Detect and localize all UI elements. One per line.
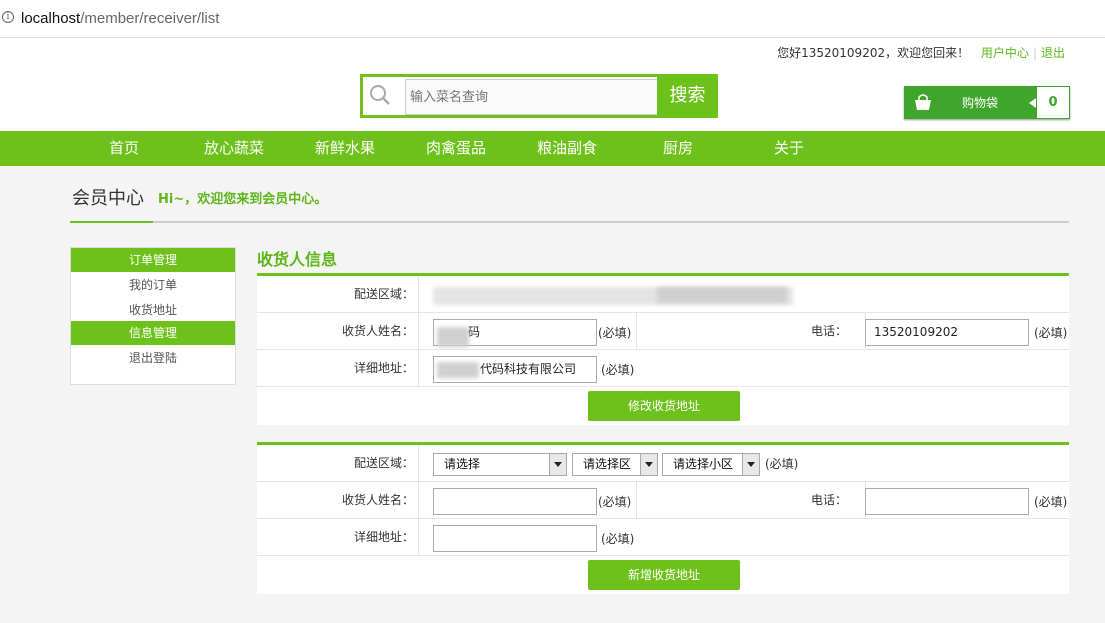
address-label: 详细地址： — [257, 350, 419, 386]
edit-address-form: 配送区域： 收货人姓名： 码 (必填) 电话： 13520109202 (必填)… — [257, 273, 1069, 425]
nav-item-vegetables[interactable]: 放心蔬菜 — [194, 131, 274, 166]
nav-item-grain-oil[interactable]: 粮油副食 — [527, 131, 607, 166]
nav-item-fruits[interactable]: 新鲜水果 — [305, 131, 385, 166]
nav-item-about[interactable]: 关于 — [749, 131, 829, 166]
redacted-area-2 — [657, 287, 787, 303]
name-required: (必填) — [598, 326, 632, 340]
redacted-address — [437, 362, 479, 378]
new-receiver-name-input[interactable] — [433, 488, 597, 515]
title-underline — [70, 221, 153, 223]
new-area-label: 配送区域： — [257, 445, 419, 481]
new-name-required: (必填) — [598, 495, 632, 509]
community-select[interactable]: 请选择小区 — [662, 453, 760, 476]
new-button-row: 新增收货地址 — [257, 556, 1069, 594]
url-path: /member/receiver/list — [80, 10, 220, 27]
chevron-down-icon — [742, 454, 759, 475]
update-address-button[interactable]: 修改收货地址 — [588, 391, 740, 421]
redacted-name — [437, 327, 469, 347]
sidebar-item-my-orders[interactable]: 我的订单 — [71, 272, 235, 299]
user-bar: 您好13520109202，欢迎您回来！ 用户中心 | 退出 — [777, 44, 1065, 61]
area-required: (必填) — [765, 457, 799, 471]
add-address-button[interactable]: 新增收货地址 — [588, 560, 740, 590]
new-phone-input[interactable] — [865, 488, 1029, 515]
new-name-row: 收货人姓名： (必填) 电话： (必填) — [257, 482, 1069, 519]
new-area-row: 配送区域： 请选择 请选择区 请选择小区 (必填) — [257, 445, 1069, 482]
sidebar-heading-orders: 订单管理 — [71, 248, 235, 272]
edit-button-row: 修改收货地址 — [257, 387, 1069, 425]
area-row: 配送区域： — [257, 276, 1069, 313]
phone-required: (必填) — [1034, 326, 1068, 340]
chevron-down-icon — [549, 454, 566, 475]
page: 您好13520109202，欢迎您回来！ 用户中心| 退出 搜索 购物袋 0 首页… — [0, 38, 1105, 623]
new-phone-required: (必填) — [1034, 495, 1068, 509]
city-select-value: 请选择 — [444, 457, 481, 471]
search-input[interactable] — [405, 79, 659, 115]
name-label: 收货人姓名： — [257, 313, 419, 349]
address-required: (必填) — [601, 363, 635, 377]
district-select[interactable]: 请选择区 — [572, 453, 658, 476]
area-label: 配送区域： — [257, 276, 419, 312]
new-address-form: 配送区域： 请选择 请选择区 请选择小区 (必填) 收货人姓名： (必填) 电话… — [257, 442, 1069, 594]
logout-link[interactable]: 退出 — [1041, 46, 1065, 60]
sidebar-heading-info: 信息管理 — [71, 321, 235, 345]
shopping-bag-button[interactable]: 购物袋 0 — [904, 86, 1070, 119]
nav-item-meat-eggs[interactable]: 肉禽蛋品 — [416, 131, 496, 166]
user-center-link[interactable]: 用户中心 — [981, 46, 1029, 60]
district-select-value: 请选择区 — [583, 457, 632, 471]
new-address-required: (必填) — [601, 532, 635, 546]
name-row: 收货人姓名： 码 (必填) 电话： 13520109202 (必填) — [257, 313, 1069, 350]
info-icon[interactable]: i — [2, 11, 14, 23]
new-name-label: 收货人姓名： — [257, 482, 419, 518]
section-title: 收货人信息 — [257, 250, 338, 269]
new-phone-label: 电话： — [636, 482, 866, 518]
cart-count-badge: 0 — [1029, 86, 1070, 119]
chevron-down-icon — [640, 454, 657, 475]
new-address-input[interactable] — [433, 525, 597, 552]
sidebar-item-addresses[interactable]: 收货地址 — [71, 299, 235, 321]
main-nav: 首页 放心蔬菜 新鲜水果 肉禽蛋品 粮油副食 厨房 关于 — [0, 131, 1105, 166]
search-icon — [370, 85, 390, 105]
phone-input[interactable]: 13520109202 — [865, 319, 1029, 346]
url-host: localhost — [21, 10, 81, 27]
address-row: 详细地址： 代码科技有限公司 (必填) — [257, 350, 1069, 387]
community-select-value: 请选择小区 — [673, 457, 734, 471]
page-title: 会员中心 — [72, 188, 144, 209]
nav-item-kitchen[interactable]: 厨房 — [638, 131, 718, 166]
phone-label: 电话： — [636, 313, 866, 349]
shopping-bag-icon — [915, 94, 931, 110]
member-sidebar: 订单管理 我的订单 收货地址 信息管理 退出登陆 — [70, 247, 236, 385]
divider: | — [1032, 46, 1037, 60]
search-box: 搜索 — [360, 74, 718, 118]
site-header: 您好13520109202，欢迎您回来！ 用户中心| 退出 搜索 购物袋 0 — [0, 38, 1105, 131]
greeting-text: 您好13520109202，欢迎您回来！ — [777, 46, 970, 60]
browser-address-bar[interactable]: i localhost/member/receiver/list — [0, 0, 1105, 38]
search-button[interactable]: 搜索 — [657, 74, 718, 118]
welcome-text: Hi~，欢迎您来到会员中心。 — [158, 192, 328, 207]
cart-label: 购物袋 — [962, 96, 999, 110]
city-select[interactable]: 请选择 — [433, 453, 567, 476]
new-address-label: 详细地址： — [257, 519, 419, 555]
url-text[interactable]: localhost/member/receiver/list — [21, 10, 219, 27]
nav-item-home[interactable]: 首页 — [84, 131, 164, 166]
title-divider — [70, 221, 1069, 223]
sidebar-item-logout[interactable]: 退出登陆 — [71, 345, 235, 372]
new-address-row: 详细地址： (必填) — [257, 519, 1069, 556]
